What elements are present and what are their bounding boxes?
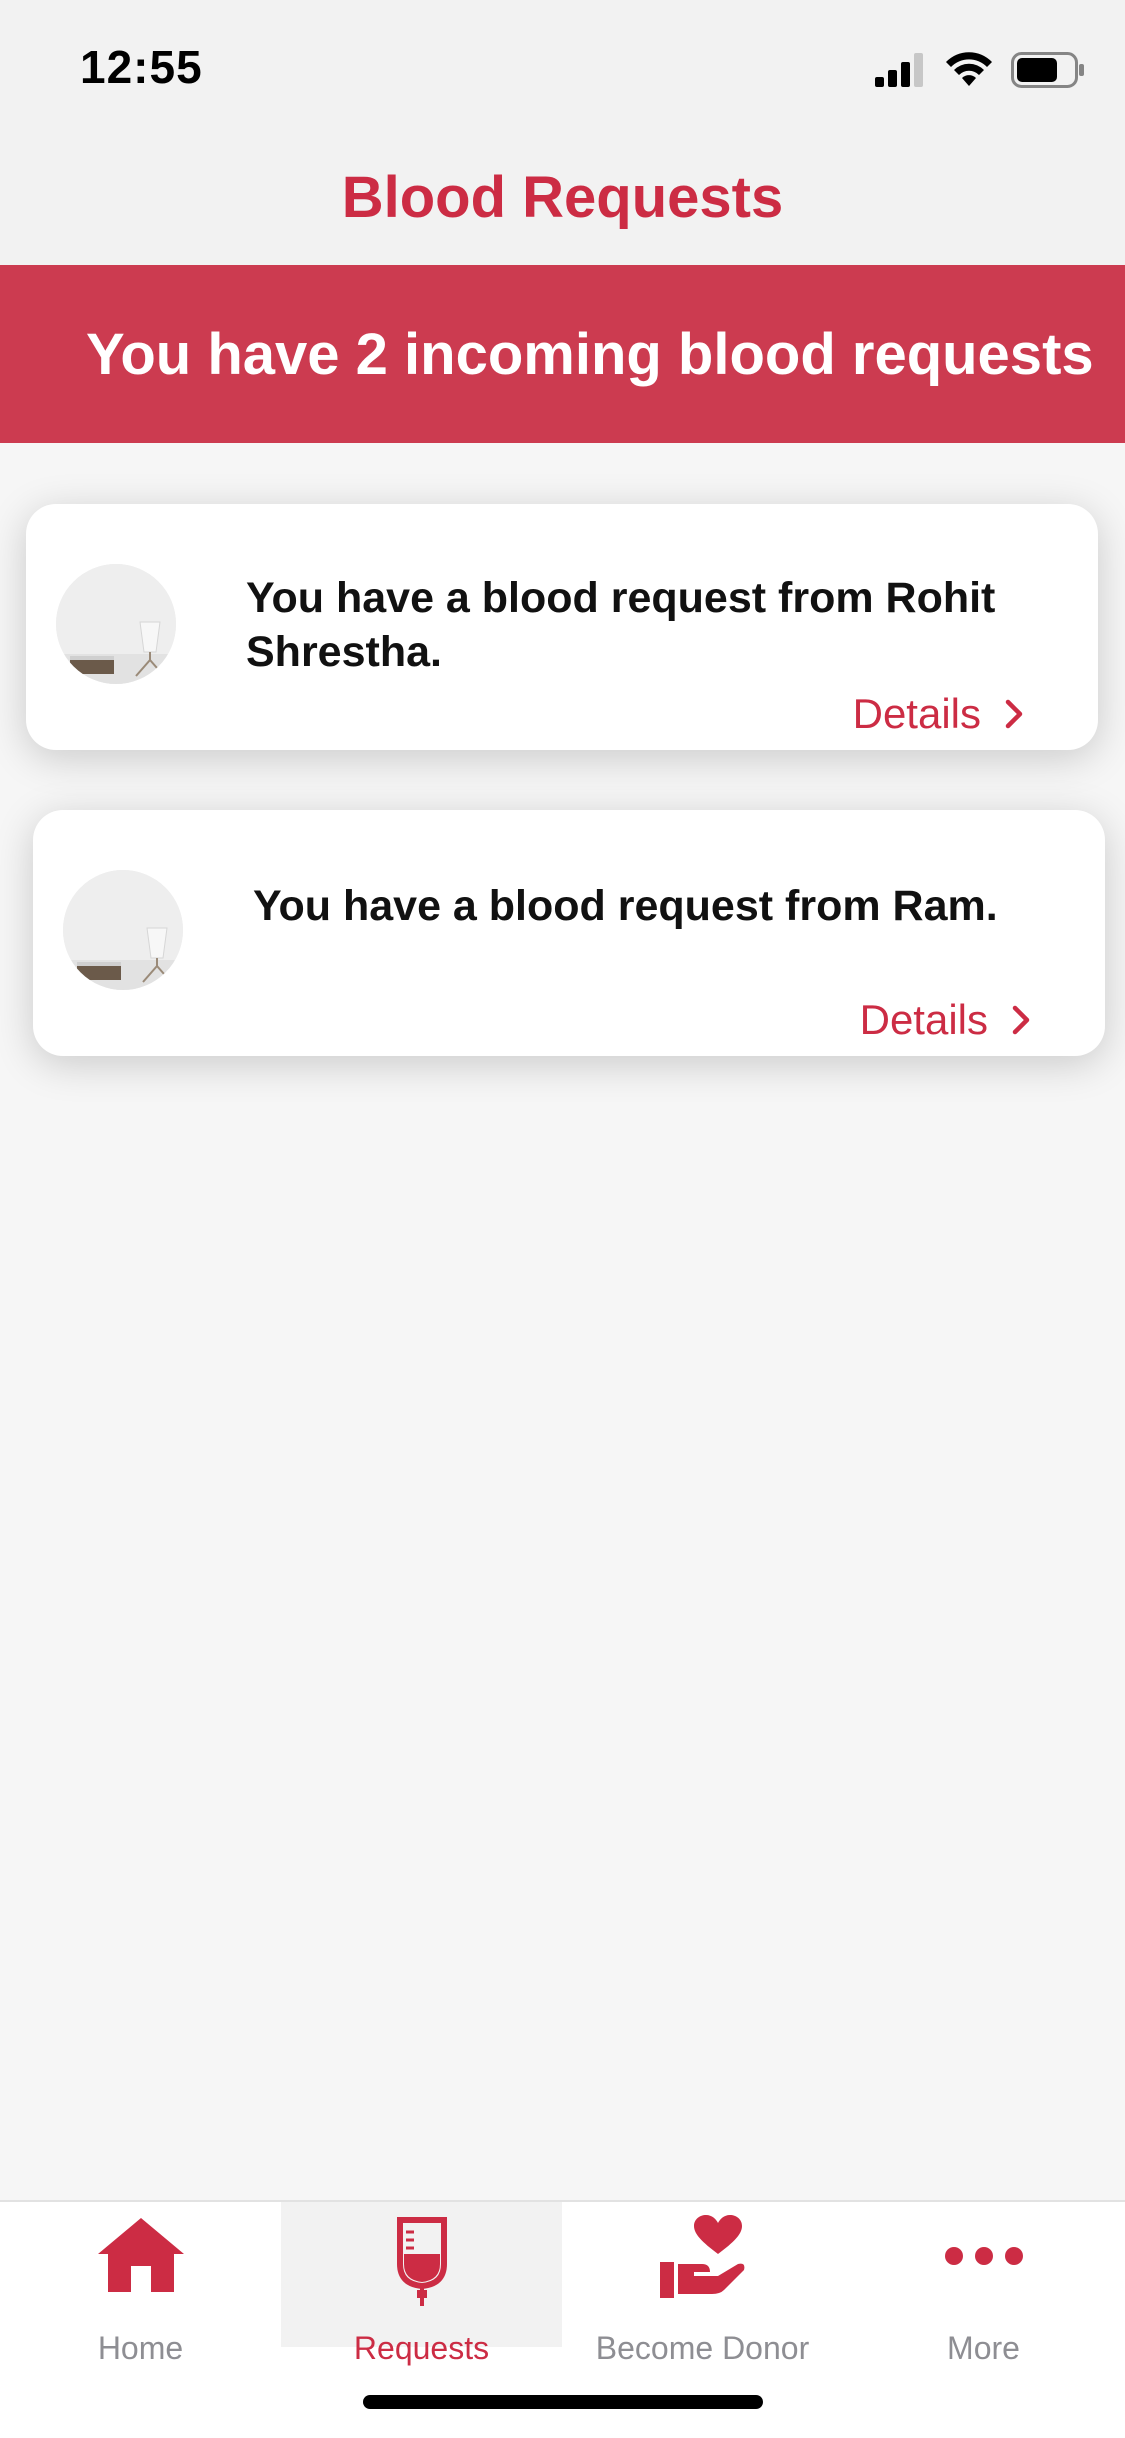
requester-avatar — [56, 564, 176, 684]
incoming-requests-count-text: You have 2 incoming blood requests — [86, 321, 1094, 387]
status-time: 12:55 — [80, 41, 203, 93]
more-dots-icon — [944, 2247, 1023, 2265]
battery-icon — [1011, 52, 1084, 88]
wifi-icon — [946, 52, 992, 86]
tab-label: More — [947, 2330, 1020, 2366]
status-icons — [875, 50, 1085, 90]
chevron-right-icon — [1005, 699, 1023, 729]
details-link[interactable]: Details — [860, 996, 1030, 1044]
tab-become-donor[interactable]: Become Donor — [562, 2202, 843, 2366]
tab-requests[interactable]: Requests — [281, 2202, 562, 2366]
tab-label: Home — [97, 2330, 184, 2366]
incoming-requests-banner: You have 2 incoming blood requests — [0, 265, 1125, 443]
details-link[interactable]: Details — [853, 690, 1023, 738]
donate-heart-hand-icon — [659, 2215, 744, 2298]
navigation-bar: Blood Requests — [0, 130, 1125, 265]
details-label: Details — [852, 690, 981, 737]
blood-requests-screen: 12:55 Blood Requests You have 2 incoming… — [0, 0, 1125, 2438]
tab-label: Become Donor — [595, 2330, 810, 2366]
request-card[interactable]: You have a blood request from Ram. Detai… — [33, 810, 1105, 1056]
details-label: Details — [859, 996, 988, 1043]
status-bar: 12:55 — [0, 0, 1125, 130]
request-message: You have a blood request from Rohit Shre… — [246, 574, 996, 676]
request-card[interactable]: You have a blood request from Rohit Shre… — [26, 504, 1098, 750]
chevron-right-icon — [1012, 1005, 1030, 1035]
tab-home[interactable]: Home — [0, 2202, 281, 2366]
cellular-signal-icon — [875, 53, 923, 87]
blood-bag-icon — [396, 2217, 447, 2306]
home-icon — [97, 2218, 184, 2292]
page-title: Blood Requests — [341, 165, 784, 230]
home-indicator[interactable] — [363, 2395, 763, 2409]
tab-more[interactable]: More — [843, 2202, 1124, 2366]
requester-avatar — [63, 870, 183, 990]
request-message: You have a blood request from Ram. — [253, 882, 998, 930]
tab-label: Requests — [353, 2330, 490, 2366]
